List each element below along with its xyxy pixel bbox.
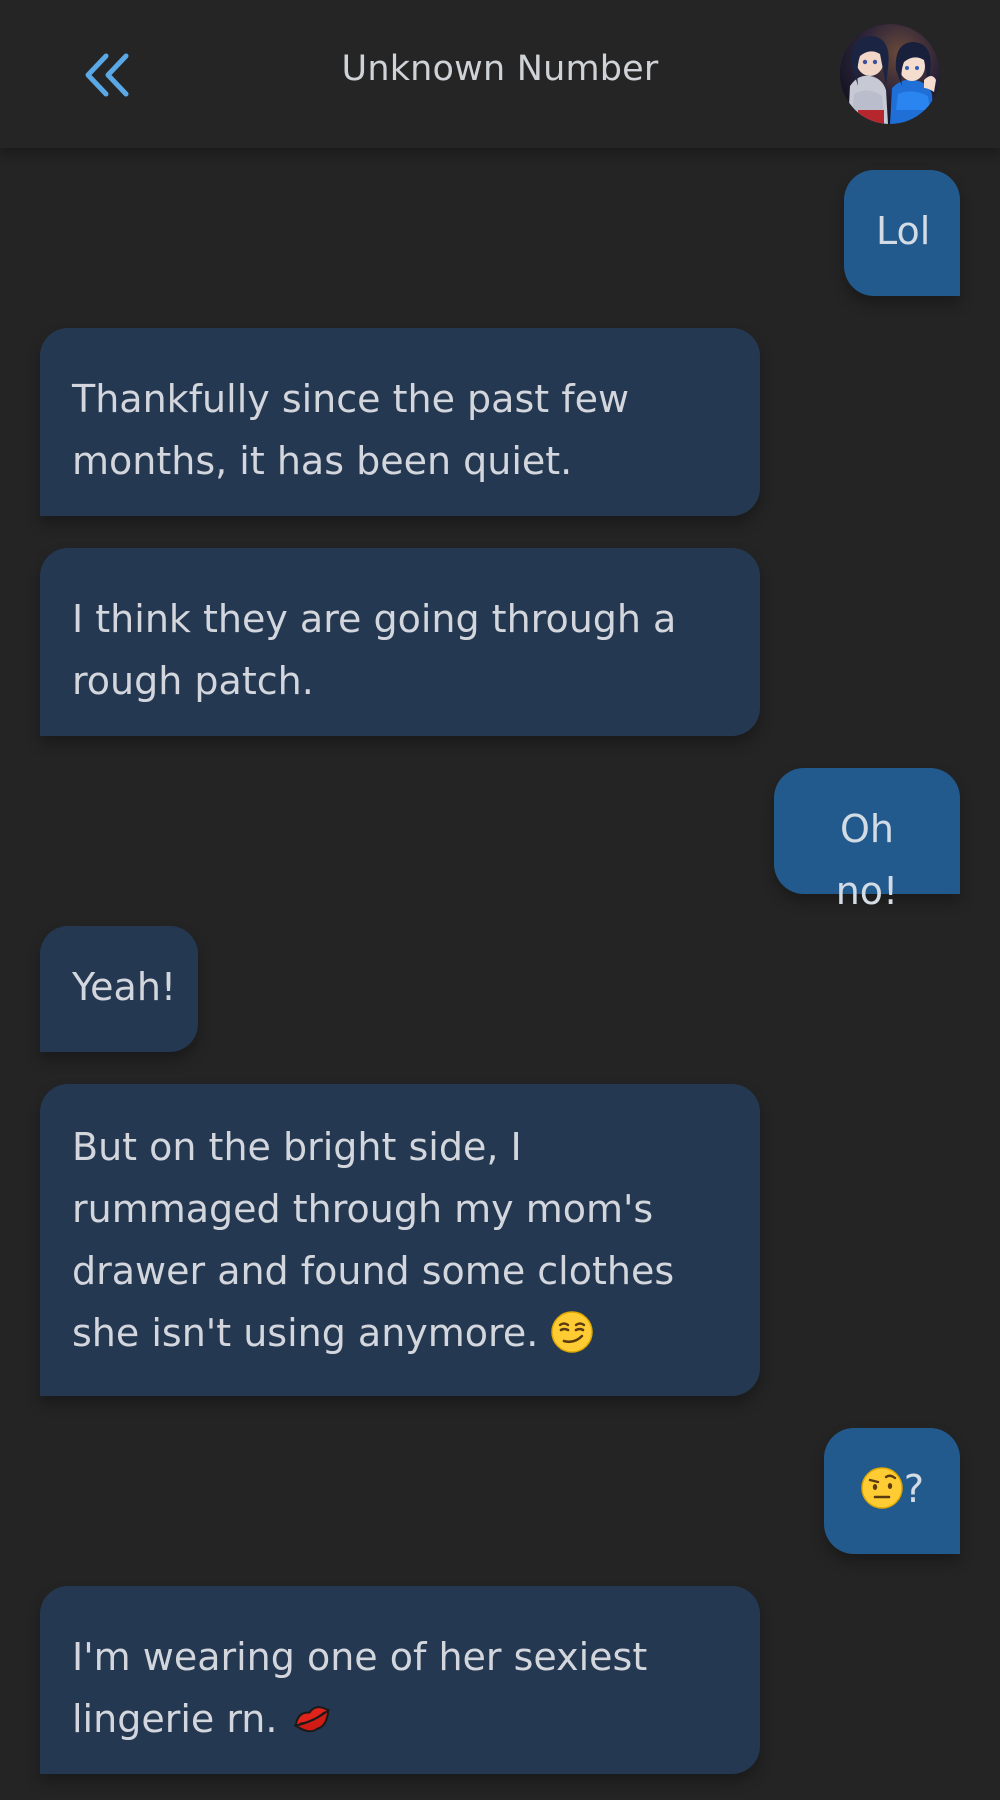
- message-bubble-incoming: I think they are going through a rough p…: [40, 548, 760, 736]
- message-bubble-outgoing: ?: [824, 1428, 960, 1554]
- message-text: Oh no!: [835, 807, 899, 913]
- message-text: I'm wearing one of her sexiest lingerie …: [72, 1635, 648, 1741]
- message-text: ?: [903, 1467, 925, 1511]
- message-text: I think they are going through a rough p…: [72, 597, 677, 703]
- message-text: Thankfully since the past few months, it…: [72, 377, 630, 483]
- face-with-raised-eyebrow-emoji: [860, 1466, 904, 1510]
- message-bubble-incoming: But on the bright side, I rummaged throu…: [40, 1084, 760, 1396]
- message-bubble-incoming: Thankfully since the past few months, it…: [40, 328, 760, 516]
- chat-header: Unknown Number: [0, 0, 1000, 148]
- contact-avatar[interactable]: [840, 24, 940, 124]
- message-text: Lol: [876, 209, 931, 253]
- message-list[interactable]: Lol Thankfully since the past few months…: [0, 148, 1000, 1800]
- message-bubble-outgoing: Lol: [844, 170, 960, 296]
- message-bubble-incoming: I'm wearing one of her sexiest lingerie …: [40, 1586, 760, 1774]
- message-bubble-incoming: Yeah!: [40, 926, 198, 1052]
- message-text: Yeah!: [72, 965, 177, 1009]
- smirking-face-emoji: [550, 1310, 594, 1354]
- kiss-mark-emoji: [290, 1696, 334, 1740]
- message-bubble-outgoing: Oh no!: [774, 768, 960, 913]
